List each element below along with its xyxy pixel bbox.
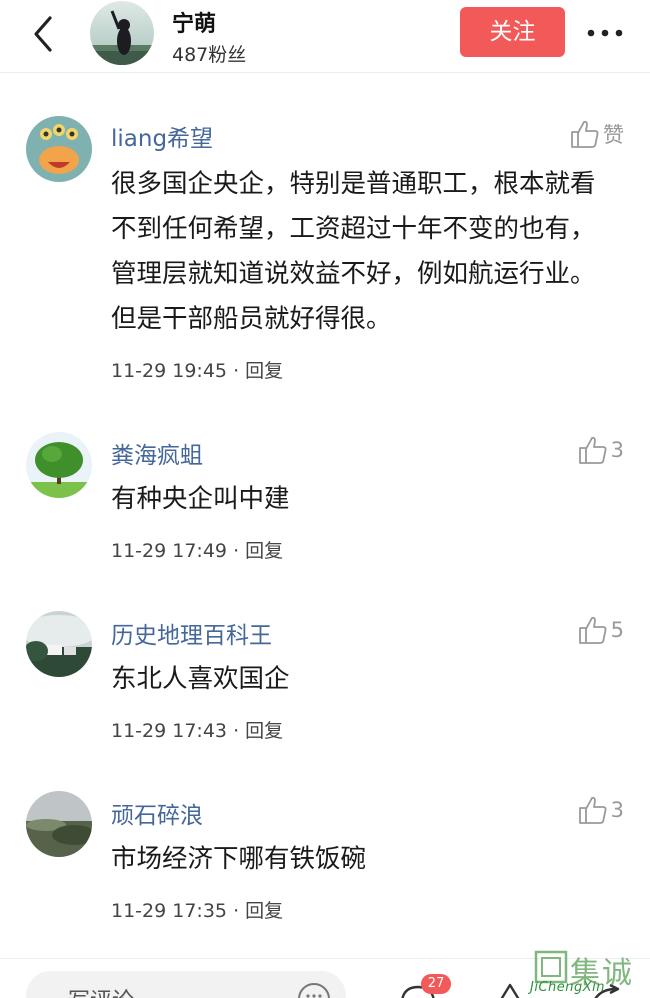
watermark-logo: 集诚信 JiChengXin [530, 946, 648, 998]
watermark-seal-icon [534, 950, 568, 984]
comment-meta: 11-29 17:43 · 回复 [111, 716, 283, 743]
avatar[interactable] [26, 611, 92, 677]
meta-separator: · [233, 720, 246, 742]
like-button[interactable]: 赞 [569, 117, 624, 151]
like-count: 5 [610, 618, 624, 642]
comment-count-badge: 27 [421, 974, 451, 994]
reply-button[interactable]: 回复 [245, 900, 283, 922]
comment-time: 11-29 17:35 [111, 900, 228, 922]
comment-text: 市场经济下哪有铁饭碗 [111, 844, 367, 874]
top-bar: 宁萌 487粉丝 关注 [0, 0, 650, 73]
comment-username[interactable]: liang希望 [111, 119, 213, 153]
comment-time: 11-29 17:43 [111, 720, 228, 742]
comment-text: 东北人喜欢国企 [111, 664, 290, 694]
like-count: 3 [610, 438, 624, 462]
reply-button[interactable]: 回复 [245, 720, 283, 742]
meta-separator: · [233, 540, 246, 562]
thumbs-up-icon [578, 796, 607, 824]
avatar[interactable] [26, 791, 92, 857]
like-button[interactable]: 3 [577, 433, 624, 467]
thumbs-up-icon [571, 120, 599, 148]
avatar[interactable] [26, 116, 92, 182]
author-fans-count: 487粉丝 [172, 44, 247, 66]
star-icon[interactable] [490, 981, 530, 998]
comment-text: 有种央企叫中建 [111, 484, 290, 514]
like-count: 3 [610, 798, 624, 822]
more-button[interactable] [586, 22, 626, 44]
back-button[interactable] [28, 14, 64, 54]
like-label: 赞 [603, 123, 624, 147]
comment-time: 11-29 19:45 [111, 360, 228, 382]
follow-button[interactable]: 关注 [460, 7, 565, 57]
comment-username[interactable]: 粪海疯蛆 [111, 436, 203, 470]
comment-text: 很多国企央企，特别是普通职工，根本就看不到任何希望，工资超过十年不变的也有，管理… [111, 169, 596, 334]
like-button[interactable]: 3 [577, 793, 624, 827]
comment-time: 11-29 17:49 [111, 540, 228, 562]
avatar[interactable] [26, 432, 92, 498]
like-button[interactable]: 5 [577, 613, 624, 647]
comment-username[interactable]: 顽石碎浪 [111, 796, 203, 830]
watermark-text-url: JiChengXin [530, 980, 606, 995]
comment-meta: 11-29 17:35 · 回复 [111, 896, 283, 923]
comment-username[interactable]: 历史地理百科王 [111, 616, 272, 650]
more-dots-icon [587, 29, 623, 37]
emoji-icon [298, 983, 330, 998]
meta-separator: · [233, 900, 246, 922]
thumbs-up-icon [578, 436, 607, 464]
author-name[interactable]: 宁萌 [172, 6, 216, 38]
author-avatar[interactable] [90, 1, 154, 65]
comment-meta: 11-29 19:45 · 回复 [111, 356, 283, 383]
comment-meta: 11-29 17:49 · 回复 [111, 536, 283, 563]
meta-separator: · [233, 360, 246, 382]
reply-button[interactable]: 回复 [245, 540, 283, 562]
article-comments-page: 宁萌 487粉丝 关注 liang希望 赞 很多国企央企，特别是普通职工，根本就… [0, 0, 650, 998]
reply-button[interactable]: 回复 [245, 360, 283, 382]
thumbs-up-icon [578, 616, 607, 644]
chevron-left-icon [34, 16, 52, 52]
write-comment-label: 写评论 [68, 983, 134, 998]
